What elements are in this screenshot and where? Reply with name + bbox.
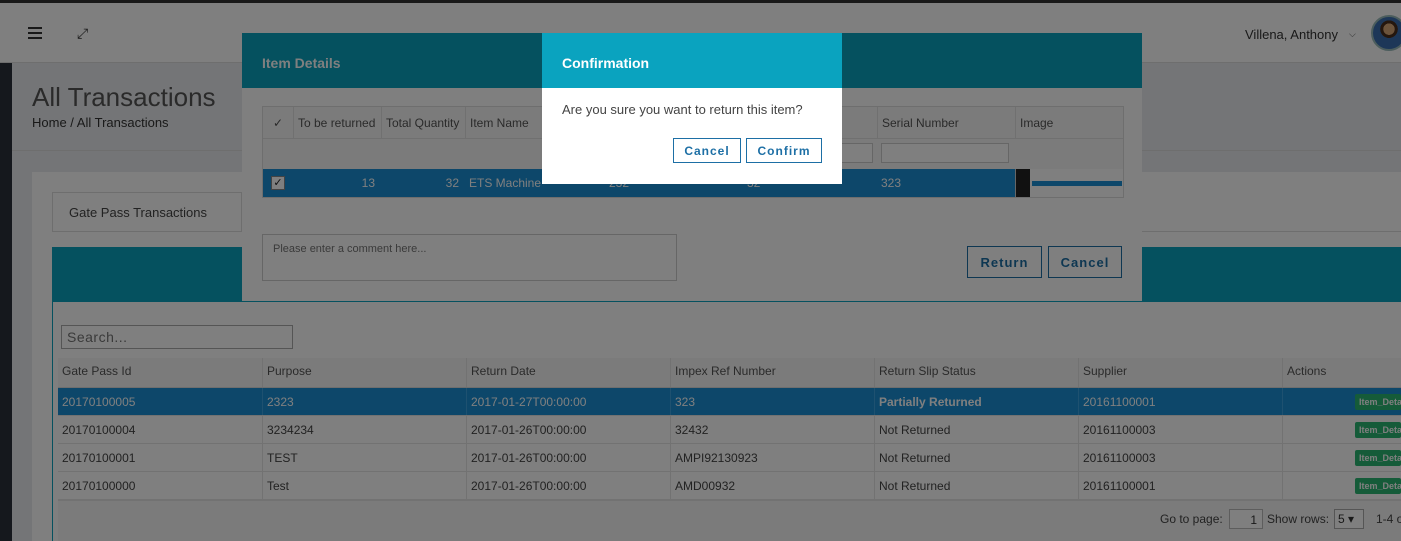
dialog-title: Confirmation	[562, 55, 650, 71]
confirmation-dialog: Confirmation Are you sure you want to re…	[542, 33, 842, 184]
confirm-button[interactable]: Confirm	[746, 138, 822, 163]
cancel-button[interactable]: Cancel	[673, 138, 741, 163]
dialog-header: Confirmation	[542, 33, 842, 88]
dialog-message: Are you sure you want to return this ite…	[562, 102, 803, 117]
